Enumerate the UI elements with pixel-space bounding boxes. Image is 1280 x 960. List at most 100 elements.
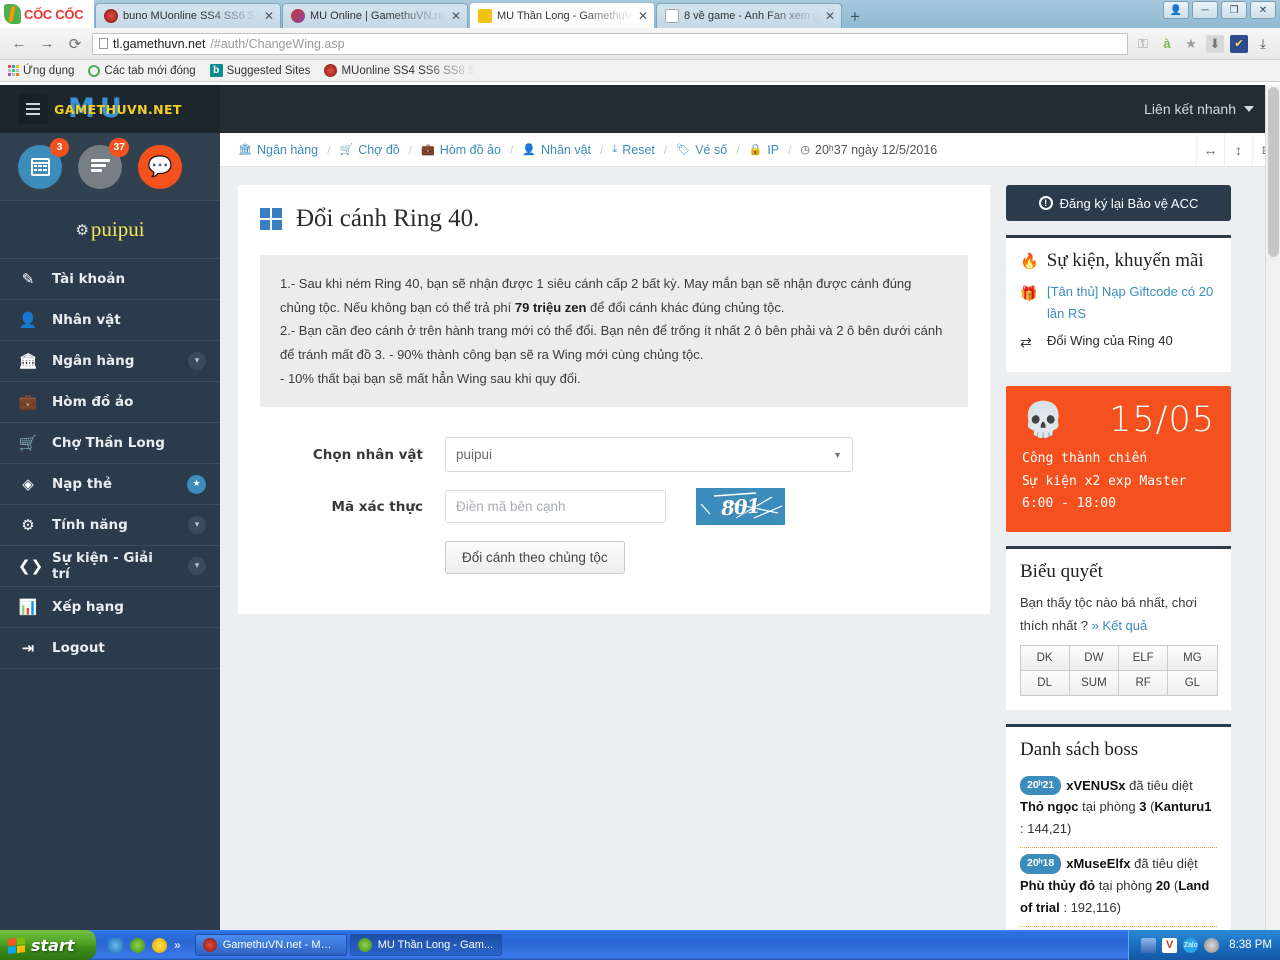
taskbar-item-label: MU Thần Long - Gam... (377, 939, 494, 951)
download-arrow-icon[interactable]: ⬇ (1206, 34, 1224, 53)
close-icon[interactable]: ✕ (264, 10, 274, 22)
window-controls: 👤 ─ ❐ ✕ (1163, 1, 1276, 19)
address-bar[interactable]: tl.gamethuvn.net /#auth/ChangeWing.asp (92, 32, 1128, 55)
history-icon (88, 64, 101, 77)
coccoc-icon[interactable] (130, 937, 145, 953)
breadcrumb-item-ve-so[interactable]: 🏷 Vé số (676, 143, 727, 157)
poll-option-rf[interactable]: RF (1118, 670, 1169, 697)
bookmark-label: Suggested Sites (226, 64, 311, 77)
character-select-value: puipui (456, 447, 493, 463)
coccoc-leaf-icon (4, 4, 21, 24)
event-link-change-wing[interactable]: ⇄ Đổi Wing của Ring 40 (1020, 330, 1217, 354)
minimize-icon[interactable]: ─ (1192, 1, 1218, 19)
sidebar-item-cho-than-long[interactable]: 🛒 Chợ Thần Long (0, 423, 220, 464)
poll-option-sum[interactable]: SUM (1068, 670, 1119, 697)
breadcrumb-item-cho-do[interactable]: 🛒 Chợ đồ (339, 143, 399, 157)
poll-option-dk[interactable]: DK (1019, 645, 1070, 672)
sidebar-item-tai-khoan[interactable]: ✎ Tài khoản (0, 259, 220, 300)
captcha-image[interactable]: 801 (696, 488, 785, 526)
network-icon[interactable] (1141, 937, 1157, 953)
character-label: Chọn nhân vật (312, 446, 423, 463)
taskbar-item-mu-than-long[interactable]: MU Thần Long - Gam... (349, 934, 502, 956)
browser-tab-1[interactable]: buno MUonline SS4 SS6 SS8 S ✕ (95, 3, 281, 28)
key-icon[interactable]: ⚿ (1134, 35, 1152, 53)
bookmark-item-recent-tabs[interactable]: Các tab mới đóng (88, 64, 196, 77)
checkmark-shield-icon[interactable]: ✔ (1230, 34, 1248, 53)
poll-result-link[interactable]: » Kết quả (1092, 618, 1148, 633)
coccoc-brand[interactable]: CỐC CỐC (0, 0, 94, 28)
sidebar-item-label: Nhân vật (52, 312, 121, 328)
new-tab-button[interactable]: + (842, 8, 868, 28)
ie-icon[interactable] (108, 937, 123, 953)
acc-protect-button[interactable]: ! Đăng ký lại Bảo vệ ACC (1006, 185, 1231, 221)
resize-vertical-icon[interactable]: ↕ (1224, 133, 1252, 166)
sidebar-item-nhan-vat[interactable]: 👤 Nhân vật (0, 300, 220, 341)
poll-option-mg[interactable]: MG (1167, 645, 1218, 672)
sidebar-item-nap-the[interactable]: ◈ Nạp thẻ ★ (0, 464, 220, 505)
sidebar-item-label: Xếp hạng (52, 599, 124, 615)
breadcrumb-item-nhan-vat[interactable]: 👤 Nhân vật (522, 143, 591, 157)
poll-option-dw[interactable]: DW (1068, 645, 1119, 672)
breadcrumb-item-hom-do-ao[interactable]: 💼 Hòm đồ ảo (421, 143, 501, 157)
taskbar-item-gamethuvn[interactable]: GamethuVN.net - MU ... (194, 934, 347, 956)
poll-option-elf[interactable]: ELF (1118, 645, 1169, 672)
coccoc-brand-label: CỐC CỐC (24, 6, 84, 22)
restore-icon[interactable]: ❐ (1221, 1, 1247, 19)
gears-icon: ⚙ (21, 516, 35, 534)
hamburger-menu-icon[interactable] (18, 94, 48, 124)
user-icon[interactable]: 👤 (1163, 1, 1189, 19)
breadcrumb-item-reset[interactable]: ⤓ Reset (612, 143, 655, 157)
start-button[interactable]: start (0, 930, 96, 960)
close-icon[interactable]: ✕ (825, 10, 835, 22)
download-tray-icon[interactable]: ⤓ (1254, 35, 1272, 53)
windows-taskbar: start » GamethuVN.net - MU ... MU Thần L… (0, 930, 1280, 960)
captcha-input[interactable]: Điền mã bên cạnh (445, 490, 666, 524)
submit-button[interactable]: Đổi cánh theo chủng tộc (445, 541, 625, 575)
breadcrumb-item-ngan-hang[interactable]: 🏛 Ngân hàng (238, 143, 318, 157)
sidebar-item-su-kien-giai-tri[interactable]: ❮❯ Sự kiện - Giải trí ▾ (0, 546, 220, 587)
poll-option-dl[interactable]: DL (1019, 670, 1070, 697)
cart-icon: 🛒 (18, 434, 38, 452)
sidebar-item-tinh-nang[interactable]: ⚙ Tính năng ▾ (0, 505, 220, 546)
tasks-button[interactable]: 37 (78, 137, 129, 189)
breadcrumb-item-ip[interactable]: 🔒 IP (749, 143, 780, 157)
events-panel: 🔥 Sự kiện, khuyến mãi 🎁 [Tân thủ] Nạp Gi… (1006, 235, 1231, 372)
sidebar-item-hom-do-ao[interactable]: 💼 Hòm đồ ảo (0, 382, 220, 423)
resize-horizontal-icon[interactable]: ↔ (1196, 133, 1224, 166)
sidebar-item-logout[interactable]: ⇥ Logout (0, 628, 220, 669)
browser-tab-4[interactable]: 8 về game - Anh Fan xem giù ✕ (656, 3, 842, 28)
chat-button[interactable]: 💬 (138, 144, 182, 189)
character-select[interactable]: puipui ▼ (445, 437, 853, 473)
bookmark-item-suggested[interactable]: b Suggested Sites (209, 64, 311, 77)
accent-a-icon[interactable]: à (1158, 35, 1176, 53)
sidebar-username-row[interactable]: ⚙ puipui (0, 201, 220, 259)
zalo-icon[interactable]: Zalo (1183, 937, 1199, 953)
forward-icon[interactable]: → (36, 33, 58, 55)
browser-tab-2[interactable]: MU Online | GamethuVN.net - ✕ (282, 3, 468, 28)
v-app-icon[interactable]: V (1162, 937, 1178, 953)
quicklink-menu[interactable]: Liên kết nhanh (1144, 85, 1254, 133)
reload-icon[interactable]: ⟳ (64, 33, 86, 55)
sidebar-username: puipui (90, 217, 145, 241)
close-icon[interactable]: ✕ (638, 10, 648, 22)
browser-tab-3[interactable]: MU Thần Long - GamethuVN.n ✕ (469, 2, 655, 28)
bookmark-star-icon[interactable]: ★ (1182, 35, 1200, 53)
scrollbar-thumb[interactable] (1268, 87, 1279, 257)
sidebar-item-xep-hang[interactable]: 📊 Xếp hạng (0, 587, 220, 628)
calendar-button[interactable]: 3 (18, 137, 69, 189)
volume-icon[interactable] (1204, 937, 1220, 953)
sidebar-item-ngan-hang[interactable]: 🏛 Ngân hàng ▾ (0, 341, 220, 382)
close-icon[interactable]: ✕ (1250, 1, 1276, 19)
bookmark-item-apps[interactable]: Ứng dụng (8, 65, 74, 77)
poll-option-gl[interactable]: GL (1167, 670, 1218, 697)
start-button-label: start (31, 935, 75, 955)
smiley-icon[interactable] (152, 937, 167, 953)
event-link-giftcode[interactable]: 🎁 [Tân thủ] Nạp Giftcode có 20 lần RS (1020, 281, 1217, 326)
close-icon[interactable]: ✕ (451, 10, 461, 22)
bookmark-item-muonline[interactable]: MUonline SS4 SS6 SS8 S (324, 64, 476, 77)
site-logo[interactable]: MU GAMETHUVN.NET (54, 93, 181, 124)
chevron-right-icon[interactable]: » (174, 938, 181, 952)
back-icon[interactable]: ← (8, 33, 30, 55)
page-scrollbar[interactable] (1265, 85, 1280, 930)
chevron-down-icon: ▾ (188, 516, 206, 534)
